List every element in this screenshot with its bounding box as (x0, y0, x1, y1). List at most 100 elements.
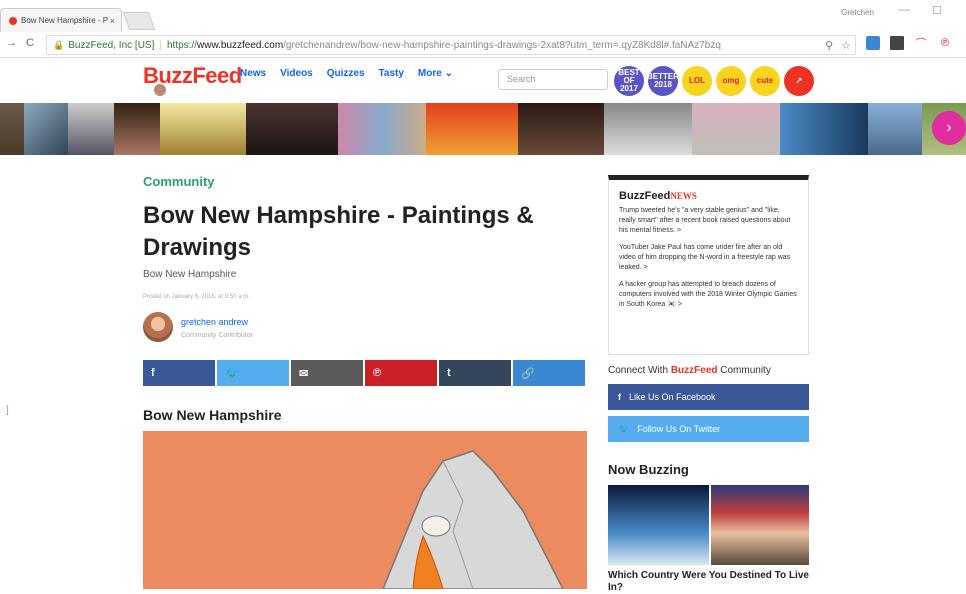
tab-close-button[interactable]: × (110, 16, 115, 26)
separator: | (159, 39, 162, 51)
now-buzzing-heading: Now Buzzing (608, 462, 689, 477)
share-link-button[interactable]: 🔗 (513, 360, 585, 386)
category-label[interactable]: Community (143, 174, 215, 189)
buzz-thumbnail-left[interactable] (608, 485, 709, 565)
pinterest-extension-icon[interactable]: ℗ (938, 36, 952, 50)
extension-icon[interactable]: ⌒ (914, 36, 928, 50)
news-logo-suffix: NEWS (670, 191, 697, 201)
connect-prefix: Connect With (608, 365, 671, 376)
connect-heading: Connect With BuzzFeed Community (608, 365, 771, 376)
share-email-button[interactable]: ✉ (291, 360, 363, 386)
like-facebook-button[interactable]: f Like Us On Facebook (608, 384, 809, 410)
zoom-icon[interactable]: ⚲ (825, 39, 833, 52)
favicon-icon (9, 16, 17, 25)
twitter-icon: 🐦 (225, 367, 239, 380)
maximize-button[interactable]: ☐ (932, 4, 942, 17)
tab-title: Bow New Hampshire - P (21, 16, 109, 25)
buzz-caption[interactable]: Which Country Were You Destined To Live … (608, 570, 809, 594)
carousel-thumbnail[interactable] (160, 103, 246, 155)
email-icon: ✉ (299, 367, 309, 380)
carousel-thumbnail[interactable] (114, 103, 160, 155)
connect-brand: BuzzFeed (670, 365, 718, 376)
share-twitter-button[interactable]: 🐦 (217, 360, 289, 386)
badge-label: BEST OF 2017 (618, 68, 640, 93)
section-heading: Bow New Hampshire (143, 407, 282, 423)
extension-icon[interactable] (866, 36, 880, 50)
browser-tab[interactable]: Bow New Hampshire - P × (0, 8, 122, 32)
badge-better-2018[interactable]: BETTER 2018 (647, 66, 679, 96)
carousel-thumbnail[interactable] (246, 103, 338, 155)
carousel-thumbnail[interactable] (0, 103, 24, 155)
share-facebook-button[interactable]: f (143, 360, 215, 386)
nav-quizzes[interactable]: Quizzes (327, 68, 365, 79)
new-tab-button[interactable] (122, 12, 156, 30)
buzz-thumbnail-right[interactable] (711, 485, 809, 565)
facebook-icon: f (151, 367, 155, 379)
lock-icon: 🔒 (53, 39, 65, 50)
minimize-button[interactable]: — (899, 4, 910, 16)
share-tumblr-button[interactable]: t (439, 360, 511, 386)
author-avatar[interactable] (143, 312, 173, 342)
badge-best-of-2017[interactable]: BEST OF 2017 (614, 66, 644, 96)
extensions-bar: ⌒ ℗ ⋮ (866, 36, 966, 50)
omnibox-actions: ⚲ ☆ (825, 39, 851, 52)
site-search-input[interactable]: Search (498, 69, 608, 90)
news-logo-brand: BuzzFeed (619, 190, 671, 202)
carousel-thumbnail[interactable] (780, 103, 868, 155)
carousel-next-button[interactable]: › (932, 111, 966, 145)
connect-suffix: Community (717, 365, 771, 376)
news-item[interactable]: YouTuber Jake Paul has come under fire a… (619, 243, 798, 273)
carousel-thumbnail[interactable] (868, 103, 922, 155)
forward-button[interactable]: → (6, 37, 17, 49)
buzzfeed-news-box: BuzzFeedNEWS Trump tweeted he's "a very … (608, 175, 809, 355)
user-avatar[interactable] (154, 84, 166, 96)
badge-omg[interactable]: omg (716, 66, 746, 96)
share-pinterest-button[interactable]: ℗ (365, 360, 437, 386)
nav-more[interactable]: More ⌄ (418, 68, 453, 79)
address-bar[interactable]: 🔒 BuzzFeed, Inc [US] | https:// www.buzz… (46, 35, 856, 55)
badge-bar: BEST OF 2017 BETTER 2018 LOL omg cute ↗ (614, 66, 814, 96)
url-path: /gretchenandrew/bow-new-hampshire-painti… (283, 39, 721, 51)
extension-icon[interactable] (890, 36, 904, 50)
page-edge-mark: ] (6, 405, 9, 416)
nav-videos[interactable]: Videos (280, 68, 313, 79)
carousel-thumbnail[interactable] (692, 103, 780, 155)
url-host: www.buzzfeed.com (197, 39, 284, 51)
carousel-thumbnail[interactable] (24, 103, 68, 155)
carousel-thumbnail[interactable] (338, 103, 426, 155)
news-item[interactable]: Trump tweeted he's "a very stable genius… (619, 206, 798, 236)
news-item[interactable]: A hacker group has attempted to breach d… (619, 280, 798, 310)
trending-icon: ↗ (795, 76, 803, 85)
carousel-thumbnail[interactable] (518, 103, 604, 155)
facebook-icon: f (618, 392, 621, 402)
site-identity: BuzzFeed, Inc [US] (68, 39, 155, 51)
menu-icon[interactable]: ⋮ (962, 36, 966, 50)
carousel-thumbnail[interactable] (604, 103, 692, 155)
badge-label: omg (722, 76, 740, 85)
reload-button[interactable]: C (26, 37, 34, 49)
browser-toolbar: → C 🔒 BuzzFeed, Inc [US] | https:// www.… (0, 32, 966, 58)
badge-lol[interactable]: LOL (682, 66, 712, 96)
follow-twitter-button[interactable]: 🐦 Follow Us On Twitter (608, 416, 809, 442)
tumblr-icon: t (447, 367, 451, 379)
nav-news[interactable]: News (240, 68, 266, 79)
bookmark-star-icon[interactable]: ☆ (841, 39, 851, 52)
badge-label: BETTER 2018 (647, 72, 679, 89)
url-scheme: https:// (166, 39, 197, 51)
carousel-thumbnail[interactable] (68, 103, 114, 155)
twitter-button-label: Follow Us On Twitter (637, 424, 721, 434)
badge-cute[interactable]: cute (750, 66, 780, 96)
profile-name[interactable]: Gretchen (841, 8, 874, 17)
carousel-thumbnail[interactable] (426, 103, 518, 155)
article-painting-image (143, 431, 587, 589)
article-subtitle: Bow New Hampshire (143, 269, 237, 280)
link-icon: 🔗 (521, 367, 535, 380)
badge-label: cute (756, 76, 774, 85)
badge-trending[interactable]: ↗ (784, 66, 814, 96)
author-name[interactable]: gretchen andrew (181, 317, 248, 327)
post-carousel (0, 103, 966, 155)
posted-date: Posted on January 6, 2018, at 9:50 a.m. (143, 294, 250, 300)
nav-tasty[interactable]: Tasty (379, 68, 404, 79)
pinterest-icon: ℗ (373, 367, 382, 379)
buzzfeed-news-logo[interactable]: BuzzFeedNEWS (619, 190, 798, 202)
